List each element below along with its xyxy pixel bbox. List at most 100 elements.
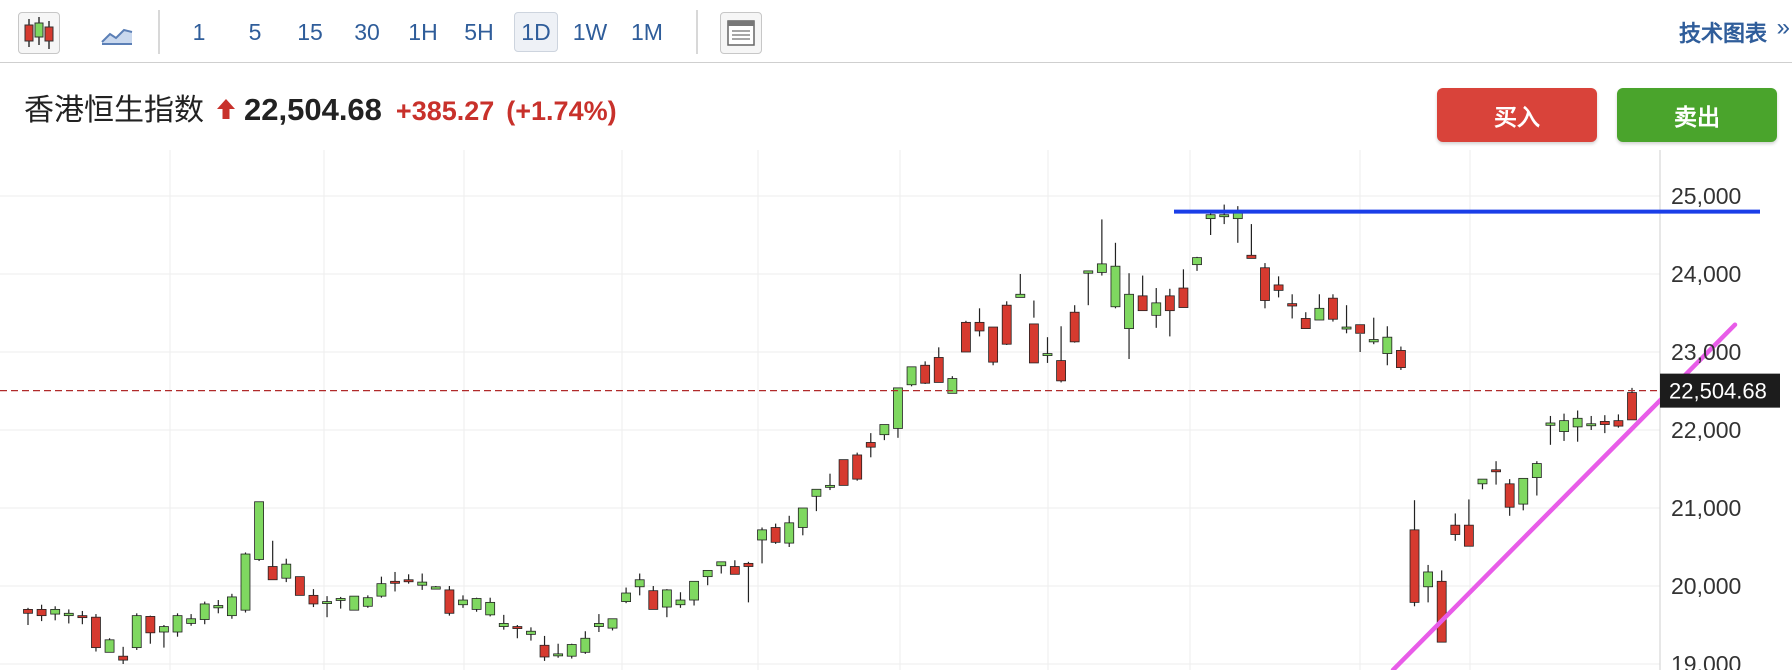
candle-body bbox=[1273, 284, 1284, 291]
candle-body bbox=[485, 601, 496, 616]
layout-panel-icon[interactable] bbox=[720, 12, 762, 54]
interval-15[interactable]: 15 bbox=[292, 12, 328, 52]
candle bbox=[716, 561, 727, 574]
candle-body bbox=[526, 630, 536, 635]
candle-body bbox=[308, 594, 319, 605]
candle bbox=[1409, 500, 1420, 607]
candle-body bbox=[634, 579, 645, 588]
sell-button[interactable]: 卖出 bbox=[1617, 88, 1777, 142]
candle-body bbox=[1314, 307, 1325, 321]
candle bbox=[145, 615, 156, 644]
candle bbox=[417, 573, 428, 590]
candle-body bbox=[145, 616, 156, 634]
tech-chart-link[interactable]: 技术图表 bbox=[1679, 16, 1767, 48]
candle bbox=[1001, 301, 1012, 345]
candle bbox=[865, 433, 876, 458]
candle bbox=[267, 540, 278, 581]
candle-body bbox=[1436, 580, 1447, 643]
candle bbox=[471, 597, 482, 612]
toolbar-separator bbox=[696, 10, 698, 54]
candle-body bbox=[199, 603, 210, 620]
candle bbox=[1260, 263, 1270, 309]
candle bbox=[689, 580, 699, 606]
last-price: 22,504.68 bbox=[244, 92, 382, 127]
candle bbox=[580, 631, 591, 654]
candle bbox=[77, 610, 88, 625]
candle-body bbox=[267, 566, 278, 581]
candle-body bbox=[458, 599, 468, 606]
candle bbox=[1164, 288, 1175, 337]
candle bbox=[485, 597, 496, 617]
candle-body bbox=[1504, 483, 1515, 508]
candle bbox=[1300, 312, 1311, 330]
candle bbox=[1137, 275, 1148, 312]
candle bbox=[757, 527, 767, 564]
candle-body bbox=[91, 616, 101, 649]
candle bbox=[254, 501, 264, 562]
interval-1w[interactable]: 1W bbox=[570, 12, 610, 52]
candle-body bbox=[403, 579, 414, 583]
chevron-right-icon[interactable]: » bbox=[1777, 14, 1790, 42]
candle-body bbox=[1124, 293, 1134, 329]
candle bbox=[1178, 269, 1189, 308]
candle-body bbox=[254, 501, 264, 560]
candle bbox=[621, 587, 632, 604]
candle-body bbox=[240, 553, 251, 611]
candle-body bbox=[1028, 323, 1039, 364]
candle bbox=[444, 586, 455, 616]
y-tick-label: 20,000 bbox=[1671, 573, 1741, 599]
candle-body bbox=[702, 569, 713, 578]
candle-body bbox=[1382, 336, 1393, 354]
candle bbox=[1110, 242, 1121, 309]
candle-body bbox=[1151, 302, 1162, 316]
interval-1d[interactable]: 1D bbox=[514, 12, 558, 52]
candle bbox=[770, 523, 781, 544]
candle-body bbox=[1178, 287, 1189, 308]
y-tick-label: 19,000 bbox=[1671, 651, 1741, 670]
interval-1m[interactable]: 1M bbox=[626, 12, 668, 52]
buy-button[interactable]: 买入 bbox=[1437, 88, 1597, 142]
candle bbox=[63, 609, 74, 624]
candle bbox=[1436, 570, 1447, 643]
candle bbox=[172, 613, 183, 637]
candle bbox=[240, 552, 251, 613]
candle-body bbox=[1586, 423, 1597, 427]
candle bbox=[362, 595, 373, 608]
interval-1[interactable]: 1 bbox=[186, 12, 212, 52]
interval-5h[interactable]: 5H bbox=[458, 12, 500, 52]
candle-body bbox=[50, 608, 61, 615]
candle bbox=[294, 576, 305, 596]
candle bbox=[539, 635, 550, 661]
candle bbox=[1328, 294, 1338, 322]
candle-body bbox=[1599, 421, 1610, 425]
candle-body bbox=[349, 595, 360, 611]
candle bbox=[430, 586, 441, 590]
candle-body bbox=[512, 626, 523, 629]
candlestick-chart[interactable]: 25,000 24,000 23,000 22,000 21,000 20,000 19,0… bbox=[0, 150, 1792, 670]
candle-body bbox=[1355, 324, 1366, 334]
candle bbox=[1572, 410, 1583, 442]
candle-body bbox=[689, 580, 699, 601]
candle-body bbox=[933, 357, 944, 383]
candle-body bbox=[1627, 392, 1637, 421]
candle-body bbox=[852, 454, 863, 480]
candle bbox=[1028, 300, 1039, 364]
candlestick-chart-icon[interactable] bbox=[18, 12, 60, 54]
candle bbox=[648, 586, 659, 610]
area-chart-icon[interactable] bbox=[96, 12, 138, 54]
candle-body bbox=[104, 639, 115, 653]
interval-1h[interactable]: 1H bbox=[403, 12, 443, 52]
candle-body bbox=[1477, 478, 1488, 485]
candle-body bbox=[335, 598, 346, 601]
candle bbox=[1124, 273, 1134, 360]
candle-body bbox=[1341, 326, 1352, 330]
candle-body bbox=[1559, 420, 1569, 432]
price-change-percent: (+1.74%) bbox=[506, 96, 617, 126]
interval-5[interactable]: 5 bbox=[242, 12, 268, 52]
candle bbox=[1504, 479, 1515, 516]
candle-body bbox=[1015, 293, 1026, 298]
candle-body bbox=[1192, 257, 1202, 266]
candle bbox=[1491, 461, 1501, 485]
candle bbox=[879, 424, 890, 441]
interval-30[interactable]: 30 bbox=[347, 12, 387, 52]
